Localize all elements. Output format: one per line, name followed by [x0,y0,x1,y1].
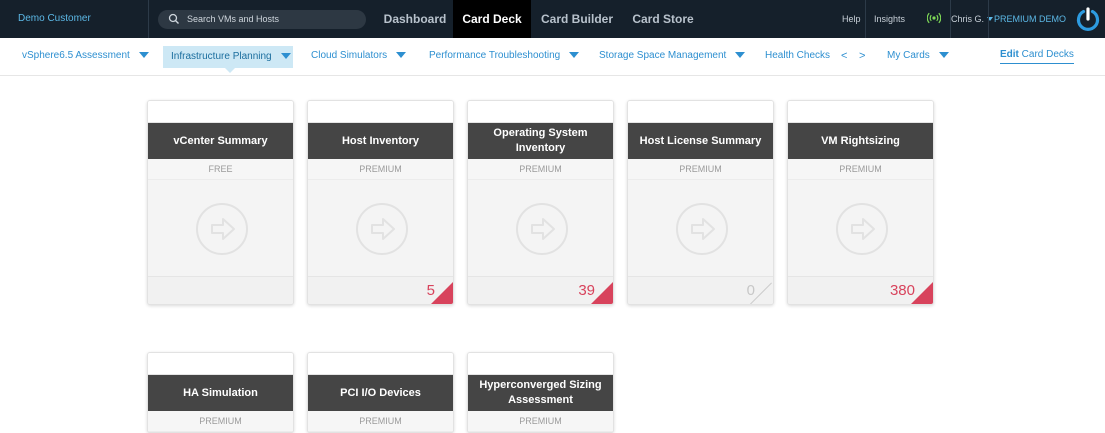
card-cap [628,101,773,123]
insights-link[interactable]: Insights [874,0,905,38]
tab-card-deck[interactable]: Card Deck [453,0,531,38]
card-cap [468,353,613,375]
card-footer: 0 [628,276,773,304]
card-cap [308,101,453,123]
card-footer [148,276,293,304]
card-vcenter-summary[interactable]: vCenter Summary FREE [147,100,294,305]
card-footer: 380 [788,276,933,304]
card-title: HA Simulation [148,375,293,411]
chevron-down-icon [938,52,949,58]
count-corner [911,282,933,304]
subnav-item-label: Health Checks [765,50,831,61]
customer-name[interactable]: Demo Customer [18,13,91,24]
subnav-item-health-checks[interactable]: Health Checks [765,50,830,66]
card-ha-simulation[interactable]: HA Simulation PREMIUM [147,352,294,433]
subnav-item-label: Performance Troubleshooting [429,50,561,61]
active-pointer [225,68,235,73]
count-corner [591,282,613,304]
card-tier: PREMIUM [148,411,293,432]
card-title: Host License Summary [628,123,773,159]
help-link[interactable]: Help [842,0,861,38]
card-tier: PREMIUM [628,159,773,180]
subnav-item-performance-troubleshooting[interactable]: Performance Troubleshooting [429,50,580,66]
subnav-item-label: Cloud Simulators [311,50,388,61]
card-operating-system-inventory[interactable]: Operating System Inventory PREMIUM 39 [467,100,614,305]
plan-badge[interactable]: PREMIUM DEMO [994,0,1066,38]
card-footer: 39 [468,276,613,304]
card-hyperconverged-sizing[interactable]: Hyperconverged Sizing Assessment PREMIUM [467,352,614,433]
tab-dashboard[interactable]: Dashboard [377,0,453,38]
chevron-down-icon [280,53,291,59]
card-tier: PREMIUM [308,411,453,432]
power-logo-icon[interactable] [1076,7,1100,31]
top-bar: Demo Customer Search VMs and Hosts Dashb… [0,0,1105,38]
card-cap [148,101,293,123]
card-body [628,180,773,276]
subnav-item-label: Infrastructure Planning [171,51,272,62]
card-pci-io-devices[interactable]: PCI I/O Devices PREMIUM [307,352,454,433]
subnav-item-storage-space[interactable]: Storage Space Management [599,50,746,66]
card-tier: PREMIUM [788,159,933,180]
search-box[interactable]: Search VMs and Hosts [158,10,366,29]
chevron-down-icon [735,52,746,58]
chevron-down-icon [569,52,580,58]
card-title: Host Inventory [308,123,453,159]
search-icon [168,13,179,24]
card-footer: 5 [308,276,453,304]
arrow-right-icon[interactable] [835,202,889,256]
edit-label-rest: Card Decks [1018,49,1074,60]
deck-nav: vSphere6.5 Assessment Infrastructure Pla… [0,38,1105,76]
subnav-item-label: My Cards [887,50,930,61]
subnav-item-cloud-simulators[interactable]: Cloud Simulators [311,50,407,66]
card-cap [148,353,293,375]
divider [988,0,989,38]
card-title: Hyperconverged Sizing Assessment [468,375,613,411]
tab-card-builder[interactable]: Card Builder [531,0,623,38]
scroll-right-icon[interactable]: > [859,50,865,62]
card-cap [468,101,613,123]
divider [148,0,149,38]
scroll-left-icon[interactable]: < [841,50,847,62]
user-menu[interactable]: Chris G. [951,0,994,38]
edit-card-decks-link[interactable]: Edit Card Decks [1000,49,1074,64]
card-body [308,180,453,276]
card-cap [308,353,453,375]
card-count: 0 [746,282,755,299]
card-title: Operating System Inventory [468,123,613,159]
card-body [148,180,293,276]
subnav-item-label: vSphere6.5 Assessment [22,50,130,61]
card-vm-rightsizing[interactable]: VM Rightsizing PREMIUM 380 [787,100,934,305]
search-input[interactable]: Search VMs and Hosts [187,14,279,24]
card-tier: PREMIUM [468,411,613,432]
card-title: VM Rightsizing [788,123,933,159]
card-host-inventory[interactable]: Host Inventory PREMIUM 5 [307,100,454,305]
card-cap [788,101,933,123]
tab-card-store[interactable]: Card Store [623,0,703,38]
arrow-right-icon[interactable] [195,202,249,256]
count-corner [431,282,453,304]
chevron-down-icon [396,52,407,58]
card-body [468,180,613,276]
arrow-right-icon[interactable] [515,202,569,256]
chevron-down-icon [138,52,149,58]
card-title: vCenter Summary [148,123,293,159]
subnav-item-label: Storage Space Management [599,50,727,61]
edit-label: Edit [1000,49,1019,60]
card-tier: PREMIUM [308,159,453,180]
subnav-item-vsphere[interactable]: vSphere6.5 Assessment [22,50,149,66]
card-tier: FREE [148,159,293,180]
subnav-item-my-cards[interactable]: My Cards [887,50,949,66]
arrow-right-icon[interactable] [675,202,729,256]
divider [865,0,866,38]
subnav-item-infrastructure-planning[interactable]: Infrastructure Planning [163,46,293,68]
arrow-right-icon[interactable] [355,202,409,256]
signal-icon[interactable] [927,12,941,24]
card-body [788,180,933,276]
user-name: Chris G. [951,14,985,24]
card-title: PCI I/O Devices [308,375,453,411]
card-host-license-summary[interactable]: Host License Summary PREMIUM 0 [627,100,774,305]
card-tier: PREMIUM [468,159,613,180]
